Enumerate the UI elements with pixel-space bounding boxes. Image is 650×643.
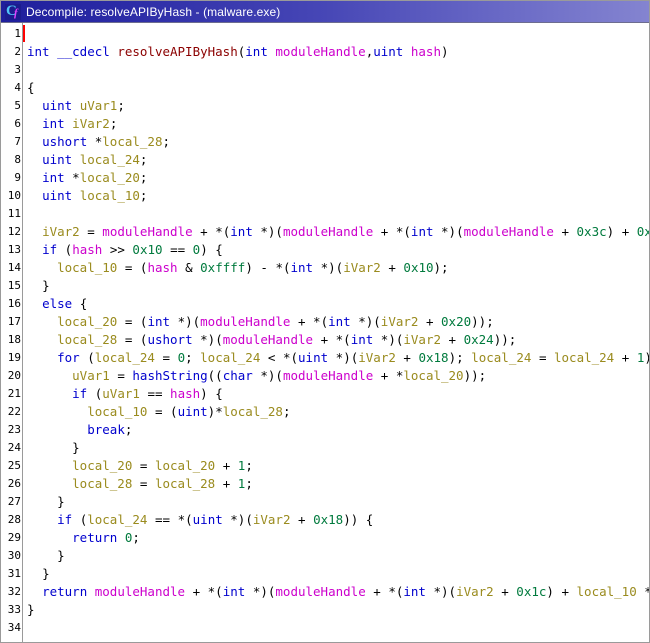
decompiler-c-function-icon: C f: [5, 3, 21, 20]
line-number: 30: [7, 549, 21, 562]
code-line[interactable]: }: [27, 439, 649, 457]
line-number: 24: [7, 441, 21, 454]
code-line[interactable]: return 0;: [27, 529, 649, 547]
code-line[interactable]: [27, 25, 649, 43]
code-line[interactable]: else {: [27, 295, 649, 313]
code-line[interactable]: break;: [27, 421, 649, 439]
line-number: 7: [14, 135, 21, 148]
line-number: 27: [7, 495, 21, 508]
line-number: 31: [7, 567, 21, 580]
code-line[interactable]: }: [27, 547, 649, 565]
line-number-gutter: 1 2 3 4 5 6 7 8 9 10 11 12 13 14 15 16 17 18 19 20 21 22 23 24 2…: [1, 23, 23, 642]
line-number: 19: [7, 351, 21, 364]
line-number: 11: [7, 207, 21, 220]
line-number: 8: [14, 153, 21, 166]
code-line[interactable]: int iVar2;: [27, 115, 649, 133]
code-line[interactable]: return moduleHandle + *(int *)(moduleHan…: [27, 583, 649, 601]
line-number: 3: [14, 63, 21, 76]
code-line[interactable]: local_20 = local_20 + 1;: [27, 457, 649, 475]
line-number: 23: [7, 423, 21, 436]
code-line[interactable]: local_20 = (int *)(moduleHandle + *(int …: [27, 313, 649, 331]
line-number: 20: [7, 369, 21, 382]
decompiler-window: C f Decompile: resolveAPIByHash - (malwa…: [0, 0, 650, 643]
code-text[interactable]: int __cdecl resolveAPIByHash(int moduleH…: [23, 23, 649, 642]
code-line[interactable]: {: [27, 79, 649, 97]
line-number: 26: [7, 477, 21, 490]
line-number: 33: [7, 603, 21, 616]
code-line[interactable]: uVar1 = hashString((char *)(moduleHandle…: [27, 367, 649, 385]
line-number: 17: [7, 315, 21, 328]
line-number: 6: [14, 117, 21, 130]
line-number: 16: [7, 297, 21, 310]
code-line[interactable]: uint uVar1;: [27, 97, 649, 115]
code-line[interactable]: local_10 = (hash & 0xffff) - *(int *)(iV…: [27, 259, 649, 277]
code-line[interactable]: local_10 = (uint)*local_28;: [27, 403, 649, 421]
line-number: 1: [14, 27, 21, 40]
code-line[interactable]: uint local_10;: [27, 187, 649, 205]
line-number: 2: [14, 45, 21, 58]
line-number: 13: [7, 243, 21, 256]
code-line[interactable]: if (hash >> 0x10 == 0) {: [27, 241, 649, 259]
line-number: 14: [7, 261, 21, 274]
code-line[interactable]: for (local_24 = 0; local_24 < *(uint *)(…: [27, 349, 649, 367]
line-number: 9: [14, 171, 21, 184]
code-line[interactable]: iVar2 = moduleHandle + *(int *)(moduleHa…: [27, 223, 649, 241]
code-line[interactable]: local_28 = local_28 + 1;: [27, 475, 649, 493]
line-number: 21: [7, 387, 21, 400]
line-number: 29: [7, 531, 21, 544]
line-number: 28: [7, 513, 21, 526]
text-caret: [23, 25, 25, 42]
code-line[interactable]: [27, 619, 649, 637]
code-line[interactable]: int __cdecl resolveAPIByHash(int moduleH…: [27, 43, 649, 61]
code-line[interactable]: ushort *local_28;: [27, 133, 649, 151]
code-line[interactable]: uint local_24;: [27, 151, 649, 169]
line-number: 22: [7, 405, 21, 418]
window-title: Decompile: resolveAPIByHash - (malware.e…: [26, 4, 281, 19]
line-number: 12: [7, 225, 21, 238]
line-number: 5: [14, 99, 21, 112]
code-line[interactable]: }: [27, 601, 649, 619]
code-line[interactable]: [27, 205, 649, 223]
line-number: 4: [14, 81, 21, 94]
line-number: 25: [7, 459, 21, 472]
code-line[interactable]: [27, 61, 649, 79]
code-line[interactable]: }: [27, 565, 649, 583]
line-number: 18: [7, 333, 21, 346]
window-titlebar[interactable]: C f Decompile: resolveAPIByHash - (malwa…: [1, 1, 649, 23]
code-line[interactable]: }: [27, 277, 649, 295]
code-line[interactable]: if (uVar1 == hash) {: [27, 385, 649, 403]
decompiler-code-area[interactable]: 1 2 3 4 5 6 7 8 9 10 11 12 13 14 15 16 17 18 19 20 21 22 23 24 2…: [1, 23, 649, 642]
line-number: 10: [7, 189, 21, 202]
line-number: 34: [7, 621, 21, 634]
code-line[interactable]: local_28 = (ushort *)(moduleHandle + *(i…: [27, 331, 649, 349]
line-number: 32: [7, 585, 21, 598]
code-line[interactable]: int *local_20;: [27, 169, 649, 187]
icon-glyph-f: f: [14, 6, 18, 19]
code-line[interactable]: }: [27, 493, 649, 511]
line-number: 15: [7, 279, 21, 292]
code-line[interactable]: if (local_24 == *(uint *)(iVar2 + 0x18))…: [27, 511, 649, 529]
